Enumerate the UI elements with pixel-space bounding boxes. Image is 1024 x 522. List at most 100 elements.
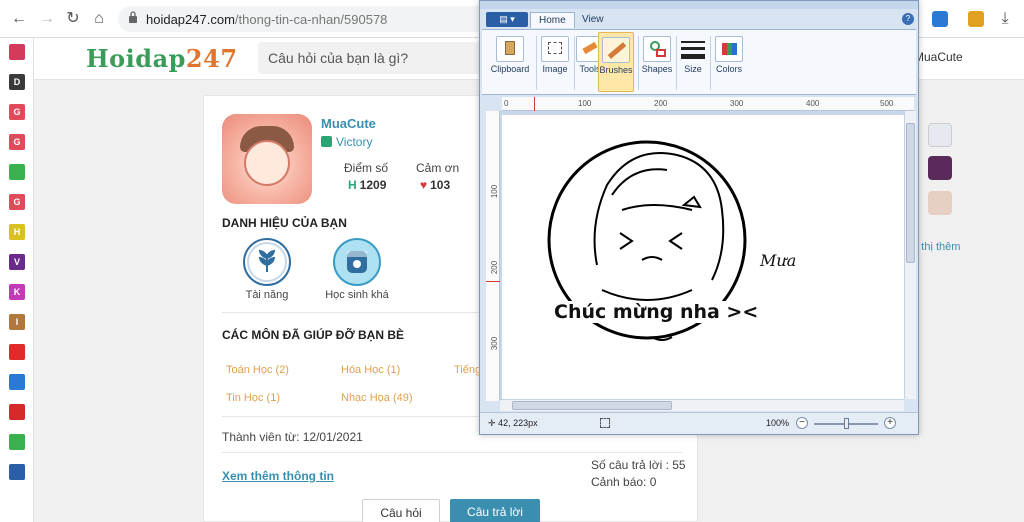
ruler-horizontal: 0 100 200 300 400 500 bbox=[502, 97, 914, 111]
brush-icon bbox=[602, 37, 630, 63]
thanks-number: 103 bbox=[430, 178, 451, 192]
horizontal-scrollbar[interactable] bbox=[500, 399, 904, 411]
ruler-label: 200 bbox=[490, 260, 500, 275]
group-label: Image bbox=[542, 64, 568, 74]
more-info-link[interactable]: Xem thêm thông tin bbox=[222, 469, 334, 483]
joined-date: Thành viên từ: 12/01/2021 bbox=[222, 430, 363, 444]
reload-icon[interactable]: ↻ bbox=[64, 10, 82, 28]
avatar-face bbox=[244, 140, 290, 186]
lock-icon bbox=[129, 11, 137, 23]
bookmark-icon[interactable]: G bbox=[9, 194, 25, 210]
bookmark-icon[interactable]: H bbox=[9, 224, 25, 240]
thanks-value: ♥ 103 bbox=[420, 178, 450, 192]
paint-window: ▤ ▾ Home View ? Clipboard Image Tools Br… bbox=[479, 0, 919, 435]
points-icon: H bbox=[348, 178, 357, 192]
logo-number: 247 bbox=[185, 44, 238, 73]
student-badge-icon bbox=[333, 238, 381, 286]
bookmark-icon[interactable]: G bbox=[9, 134, 25, 150]
bookmark-icon[interactable] bbox=[9, 344, 25, 360]
divider bbox=[222, 452, 682, 453]
shapes-group[interactable]: Shapes bbox=[640, 32, 674, 92]
extension-icon[interactable] bbox=[932, 11, 948, 27]
rank-badge: Victory bbox=[321, 135, 372, 149]
bookmark-icon[interactable] bbox=[9, 44, 25, 60]
ruler-label: 200 bbox=[654, 99, 668, 108]
ribbon-separator bbox=[676, 36, 677, 90]
rank-label: Victory bbox=[336, 135, 373, 149]
paint-tab-row: ▤ ▾ Home View ? bbox=[482, 11, 916, 29]
tab-home[interactable]: Home bbox=[530, 12, 575, 28]
scroll-thumb[interactable] bbox=[512, 401, 672, 410]
paint-file-menu[interactable]: ▤ ▾ bbox=[486, 12, 528, 27]
zoom-in-button[interactable]: + bbox=[884, 417, 896, 429]
size-group[interactable]: Size bbox=[678, 32, 708, 92]
thanks-label: Cảm ơn bbox=[416, 161, 460, 175]
image-group[interactable]: Image bbox=[538, 32, 572, 92]
ruler-label: 300 bbox=[730, 99, 744, 108]
bookmark-icon[interactable] bbox=[9, 434, 25, 450]
user-avatar[interactable] bbox=[928, 156, 952, 180]
subject-link[interactable]: Nhạc Họa (49) bbox=[341, 392, 413, 404]
clipboard-icon bbox=[496, 36, 524, 62]
shapes-icon bbox=[643, 36, 671, 62]
subject-link[interactable]: Hóa Học (1) bbox=[341, 364, 400, 376]
bookmark-icon[interactable]: V bbox=[9, 254, 25, 270]
bookmark-icon[interactable] bbox=[9, 164, 25, 180]
subject-link[interactable]: Tiếng bbox=[454, 364, 481, 376]
address-bar[interactable]: hoidap247.com/thong-tin-ca-nhan/590578 bbox=[118, 6, 488, 32]
bookmark-icon[interactable]: G bbox=[9, 104, 25, 120]
user-avatar[interactable] bbox=[928, 123, 952, 147]
site-logo[interactable]: Hoidap247 bbox=[86, 44, 238, 73]
bookmark-icon[interactable] bbox=[9, 374, 25, 390]
subject-link[interactable]: Toán Học (2) bbox=[226, 364, 289, 376]
canvas-signature: Mưa bbox=[760, 251, 797, 270]
drawing-artwork bbox=[547, 140, 747, 341]
ruler-cursor-marker bbox=[534, 97, 535, 111]
extension-icon[interactable] bbox=[968, 11, 984, 27]
ruler-label: 100 bbox=[490, 184, 500, 199]
user-avatar[interactable] bbox=[928, 191, 952, 215]
coords-text: 42, 223px bbox=[498, 418, 538, 428]
badge-label: Học sinh khá bbox=[325, 289, 389, 301]
group-label: Clipboard bbox=[490, 64, 530, 74]
selection-size-icon bbox=[600, 418, 610, 428]
bookmark-sidebar: DGGGHVKI bbox=[0, 38, 34, 522]
bookmark-icon[interactable]: K bbox=[9, 284, 25, 300]
download-icon[interactable]: ⤓ bbox=[996, 10, 1014, 28]
drawing-canvas[interactable]: Chúc mừng nha >< Mưa bbox=[502, 115, 904, 399]
colors-group[interactable]: Colors bbox=[712, 32, 746, 92]
badge-label: Tài năng bbox=[245, 289, 289, 301]
home-icon[interactable]: ⌂ bbox=[90, 10, 108, 28]
brushes-group[interactable]: Brushes bbox=[598, 32, 634, 92]
line-size-icon bbox=[679, 36, 707, 62]
ribbon-separator bbox=[574, 36, 575, 90]
palette-icon bbox=[715, 36, 743, 62]
vertical-scrollbar[interactable] bbox=[904, 111, 916, 399]
scroll-thumb[interactable] bbox=[906, 123, 915, 263]
ruler-label: 100 bbox=[578, 99, 592, 108]
group-label: Brushes bbox=[599, 65, 633, 75]
points-label: Điểm số bbox=[344, 161, 389, 175]
bookmark-icon[interactable] bbox=[9, 404, 25, 420]
tab-view[interactable]: View bbox=[574, 12, 612, 28]
zoom-out-button[interactable]: − bbox=[796, 417, 808, 429]
search-placeholder: Câu hỏi của bạn là gì? bbox=[268, 50, 409, 66]
zoom-slider-handle[interactable] bbox=[844, 418, 849, 429]
subjects-heading: CÁC MÔN ĐÃ GIÚP ĐỠ BẠN BÈ bbox=[222, 328, 405, 342]
profile-username[interactable]: MuaCute bbox=[321, 116, 376, 131]
header-username[interactable]: MuaCute bbox=[914, 50, 963, 64]
canvas-caption: Chúc mừng nha >< bbox=[552, 301, 761, 323]
paint-statusbar: ✛ 42, 223px 100% − + bbox=[480, 412, 918, 434]
bookmark-icon[interactable]: D bbox=[9, 74, 25, 90]
help-icon[interactable]: ? bbox=[902, 13, 914, 25]
paint-titlebar[interactable] bbox=[480, 1, 918, 9]
bookmark-icon[interactable]: I bbox=[9, 314, 25, 330]
points-value: H 1209 bbox=[348, 178, 386, 192]
tab-answers[interactable]: Câu trả lời bbox=[450, 499, 540, 522]
bookmark-icon[interactable] bbox=[9, 464, 25, 480]
subject-link[interactable]: Tin Học (1) bbox=[226, 392, 280, 404]
back-icon[interactable]: ← bbox=[10, 10, 28, 28]
clipboard-group[interactable]: Clipboard bbox=[486, 32, 534, 92]
forward-icon[interactable]: → bbox=[38, 10, 56, 28]
tab-questions[interactable]: Câu hỏi bbox=[362, 499, 440, 522]
